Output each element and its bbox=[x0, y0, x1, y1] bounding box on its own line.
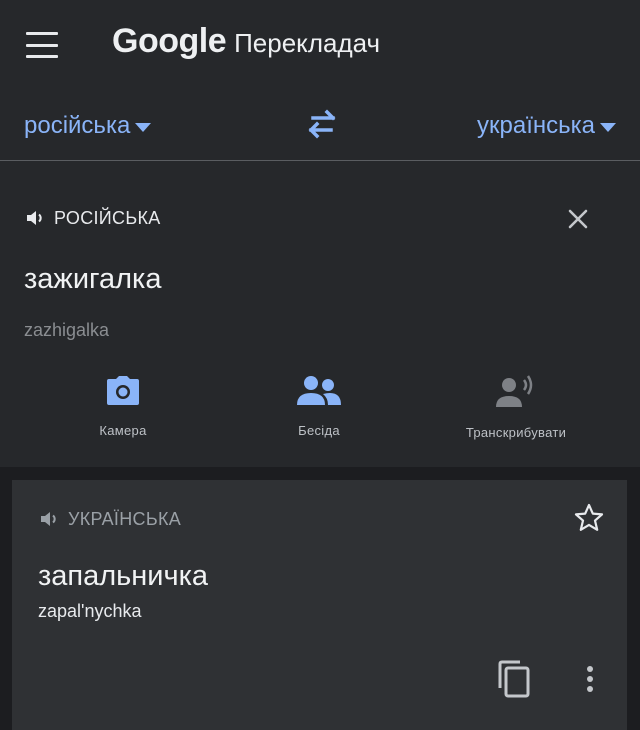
star-icon[interactable] bbox=[573, 502, 605, 534]
camera-icon bbox=[107, 376, 139, 405]
target-language-label: українська bbox=[477, 112, 595, 139]
camera-button[interactable]: Камера bbox=[33, 375, 213, 438]
speaker-icon[interactable] bbox=[38, 507, 62, 531]
transcribe-label: Транскрибувати bbox=[465, 425, 567, 440]
output-card: УКРАЇНСЬКА запальничка zapalʹnychka bbox=[12, 480, 627, 730]
source-language-label: російська bbox=[24, 112, 131, 139]
source-language-select[interactable]: російська bbox=[24, 112, 152, 140]
source-language-heading: РОСІЙСЬКА bbox=[54, 207, 161, 228]
chevron-down-icon bbox=[600, 122, 616, 132]
target-label-row: УКРАЇНСЬКА bbox=[38, 507, 181, 531]
transcribe-button[interactable]: Транскрибувати bbox=[426, 375, 606, 440]
source-text[interactable]: зажигалка bbox=[24, 263, 161, 296]
app-logo: Google Перекладач bbox=[112, 22, 380, 61]
translated-text: запальничка bbox=[38, 560, 209, 592]
people-icon bbox=[297, 376, 341, 405]
input-card: РОСІЙСЬКА зажигалка zazhigalka Камера Бе… bbox=[0, 161, 640, 467]
source-transliteration: zazhigalka bbox=[24, 320, 110, 340]
copy-icon[interactable] bbox=[496, 660, 532, 698]
target-transliteration: zapalʹnychka bbox=[38, 601, 142, 621]
close-icon[interactable] bbox=[564, 205, 592, 233]
conversation-label: Бесіда bbox=[298, 423, 340, 438]
brand-product: Перекладач bbox=[234, 28, 381, 58]
camera-label: Камера bbox=[99, 423, 147, 438]
conversation-button[interactable]: Бесіда bbox=[229, 375, 409, 438]
target-language-select[interactable]: українська bbox=[477, 112, 616, 140]
target-language-heading: УКРАЇНСЬКА bbox=[68, 508, 182, 529]
app-bar: Google Перекладач bbox=[0, 0, 640, 88]
transcribe-icon bbox=[496, 375, 533, 407]
brand-google: Google bbox=[112, 22, 227, 60]
swap-languages-icon[interactable] bbox=[304, 108, 340, 140]
language-bar: російська українська bbox=[0, 88, 640, 161]
menu-icon[interactable] bbox=[22, 28, 62, 62]
more-options-icon[interactable] bbox=[582, 664, 598, 696]
source-label-row: РОСІЙСЬКА bbox=[24, 206, 161, 230]
speaker-icon[interactable] bbox=[24, 206, 48, 230]
chevron-down-icon bbox=[135, 122, 152, 132]
